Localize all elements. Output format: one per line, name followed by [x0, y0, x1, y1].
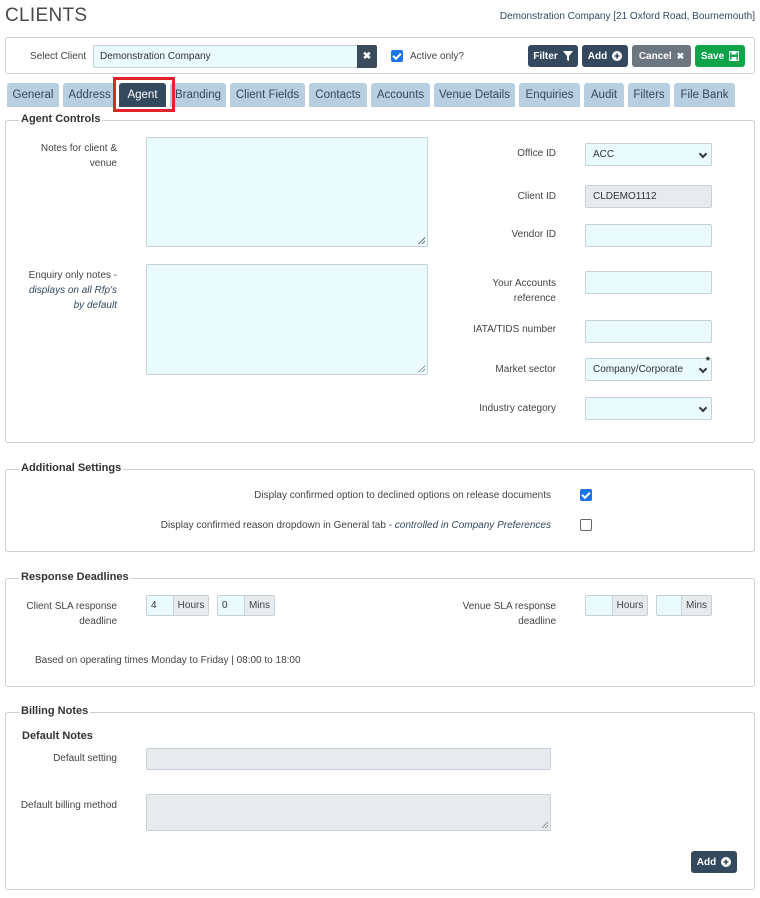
- client-sla-mins-input[interactable]: 0: [217, 595, 244, 616]
- industry-category-label: Industry category: [479, 403, 556, 414]
- tab-file-bank[interactable]: File Bank: [674, 83, 735, 107]
- tab-accounts[interactable]: Accounts: [371, 83, 430, 107]
- default-setting-field: [146, 748, 551, 770]
- enquiry-notes-textarea[interactable]: [146, 264, 428, 375]
- billing-notes-legend: Billing Notes: [19, 705, 91, 717]
- client-sla-mins-unit: Mins: [244, 595, 275, 616]
- iata-tids-label: IATA/TIDS number: [473, 324, 556, 335]
- office-id-label: Office ID: [517, 148, 556, 159]
- plus-circle-icon: [721, 857, 732, 867]
- default-billing-method-label: Default billing method: [20, 800, 117, 811]
- tab-branding[interactable]: Branding: [170, 83, 226, 107]
- operating-times-note: Based on operating times Monday to Frida…: [35, 655, 301, 666]
- cancel-button[interactable]: Cancel ✖: [632, 45, 691, 67]
- confirmed-option-label: Display confirmed option to declined opt…: [254, 490, 551, 501]
- enquiry-notes-label: Enquiry only notes - displays on all Rfp…: [14, 268, 117, 313]
- accounts-ref-line1: Your Accounts: [492, 278, 556, 289]
- venue-sla-line2: deadline: [518, 616, 556, 627]
- additional-settings-section: [5, 469, 755, 552]
- venue-sla-line1: Venue SLA response: [462, 601, 556, 612]
- save-button-label: Save: [700, 50, 725, 62]
- required-asterisk: *: [705, 355, 710, 367]
- market-sector-value: Company/Corporate: [593, 364, 684, 375]
- filter-icon: [562, 51, 573, 61]
- plus-circle-icon: [612, 51, 623, 61]
- active-only-label: Active only?: [410, 51, 464, 62]
- tab-venue-details[interactable]: Venue Details: [434, 83, 515, 107]
- enquiry-label-line3: by default: [73, 300, 117, 311]
- market-sector-select[interactable]: Company/Corporate *: [585, 355, 712, 381]
- default-billing-method-textarea: [146, 794, 551, 831]
- enquiry-label-line1: Enquiry only notes -: [28, 270, 117, 281]
- confirmed-reason-text: Display confirmed reason dropdown in Gen…: [160, 520, 395, 531]
- billing-add-label: Add: [696, 856, 717, 868]
- accounts-reference-label: Your Accounts reference: [450, 276, 556, 306]
- accounts-reference-input[interactable]: [585, 271, 712, 294]
- venue-sla-mins-input[interactable]: [656, 595, 681, 616]
- notes-client-venue-label: Notes for client & venue: [20, 141, 117, 171]
- venue-sla-mins-unit: Mins: [681, 595, 712, 616]
- venue-sla-hours-input[interactable]: [585, 595, 612, 616]
- default-notes-heading: Default Notes: [22, 730, 93, 742]
- response-deadlines-legend: Response Deadlines: [19, 571, 131, 583]
- filter-button-label: Filter: [533, 50, 558, 62]
- client-id-label: Client ID: [517, 191, 556, 202]
- tab-audit[interactable]: Audit: [584, 83, 624, 107]
- filter-button[interactable]: Filter: [528, 45, 578, 67]
- client-sla-hours-input[interactable]: 4: [146, 595, 173, 616]
- add-button[interactable]: Add: [582, 45, 628, 67]
- additional-settings-legend: Additional Settings: [19, 462, 124, 474]
- notes-label-line2: venue: [89, 158, 117, 169]
- add-button-label: Add: [587, 50, 608, 62]
- confirmed-reason-label: Display confirmed reason dropdown in Gen…: [60, 520, 551, 531]
- chevron-down-icon: [698, 149, 708, 159]
- resize-handle-icon[interactable]: [418, 237, 425, 244]
- notes-label-line1: Notes for client &: [40, 143, 117, 154]
- enquiry-label-line2: displays on all Rfp's: [28, 285, 117, 296]
- tab-enquiries[interactable]: Enquiries: [519, 83, 580, 107]
- office-id-value: ACC: [593, 149, 615, 160]
- venue-sla-label: Venue SLA response deadline: [440, 599, 556, 629]
- office-id-select[interactable]: ACC: [585, 143, 712, 166]
- save-button[interactable]: Save: [695, 45, 745, 67]
- resize-handle-icon: [541, 821, 548, 828]
- confirmed-reason-checkbox[interactable]: [580, 519, 592, 531]
- default-setting-label: Default setting: [53, 753, 117, 764]
- save-icon: [729, 51, 740, 61]
- accounts-ref-line2: reference: [513, 293, 556, 304]
- active-only-checkbox[interactable]: [391, 50, 403, 62]
- close-icon: ✖: [676, 50, 685, 61]
- cancel-button-label: Cancel: [638, 50, 672, 62]
- notes-client-venue-textarea[interactable]: [146, 137, 428, 247]
- market-sector-label: Market sector: [495, 364, 556, 375]
- agent-controls-legend: Agent Controls: [19, 113, 103, 125]
- client-sla-hours-unit: Hours: [173, 595, 209, 616]
- tab-general[interactable]: General: [7, 83, 59, 107]
- confirmed-reason-note: controlled in Company Preferences: [394, 520, 551, 531]
- company-info: Demonstration Company [21 Oxford Road, B…: [499, 11, 755, 22]
- client-id-field: CLDEMO1112: [585, 185, 712, 208]
- active-tab-highlight: [113, 77, 175, 112]
- tab-filters[interactable]: Filters: [628, 83, 670, 107]
- client-sla-line2: deadline: [79, 616, 117, 627]
- billing-add-button[interactable]: Add: [691, 851, 737, 873]
- resize-handle-icon[interactable]: [418, 365, 425, 372]
- page-title: CLIENTS: [5, 5, 88, 26]
- chevron-down-icon: [698, 403, 708, 413]
- close-icon: ✖: [362, 51, 372, 62]
- vendor-id-input[interactable]: [585, 224, 712, 247]
- clear-client-button[interactable]: ✖: [357, 45, 377, 68]
- venue-sla-hours-unit: Hours: [612, 595, 648, 616]
- industry-category-select[interactable]: [585, 397, 712, 420]
- vendor-id-label: Vendor ID: [511, 229, 556, 240]
- client-select[interactable]: Demonstration Company: [93, 45, 358, 68]
- select-client-label: Select Client: [30, 51, 87, 62]
- iata-tids-input[interactable]: [585, 320, 712, 343]
- tab-address[interactable]: Address: [63, 83, 116, 107]
- client-sla-line1: Client SLA response: [26, 601, 117, 612]
- tab-client-fields[interactable]: Client Fields: [230, 83, 305, 107]
- confirmed-option-checkbox[interactable]: [580, 489, 592, 501]
- tab-contacts[interactable]: Contacts: [309, 83, 367, 107]
- client-sla-label: Client SLA response deadline: [14, 599, 117, 629]
